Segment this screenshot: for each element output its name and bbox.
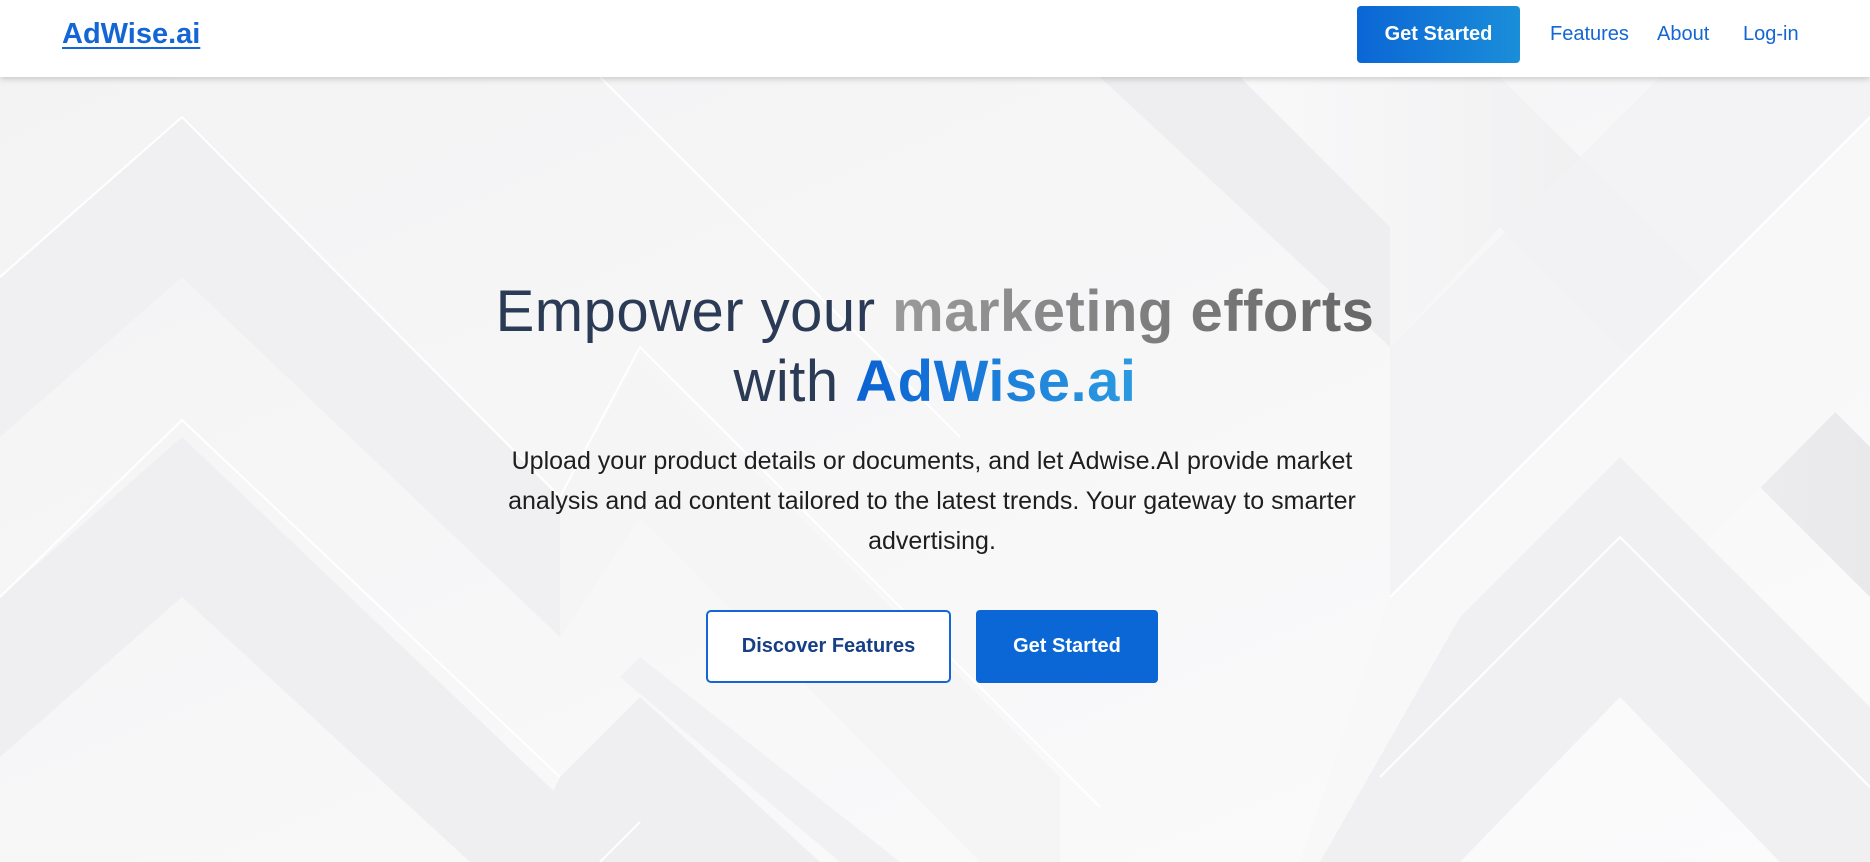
brand-logo-link[interactable]: AdWise.ai: [62, 18, 200, 51]
nav-link-features[interactable]: Features: [1550, 23, 1629, 46]
top-navbar: AdWise.ai Get Started Features About Log…: [0, 0, 1870, 77]
nav-link-about[interactable]: About: [1657, 23, 1709, 46]
headline-part-3: with: [733, 349, 856, 414]
nav-link-login[interactable]: Log-in: [1743, 23, 1799, 46]
hero-headline: Empower your marketing efforts with AdWi…: [0, 277, 1870, 417]
headline-accent-brand: AdWise.ai: [855, 349, 1137, 414]
headline-part-1: Empower your: [495, 279, 893, 344]
hero-description: Upload your product details or documents…: [508, 447, 1356, 555]
hero-get-started-button[interactable]: Get Started: [976, 610, 1158, 683]
discover-features-button[interactable]: Discover Features: [706, 610, 951, 683]
headline-accent-marketing: marketing efforts: [892, 279, 1375, 344]
nav-get-started-button[interactable]: Get Started: [1357, 6, 1520, 63]
hero-section: Empower your marketing efforts with AdWi…: [0, 77, 1870, 862]
